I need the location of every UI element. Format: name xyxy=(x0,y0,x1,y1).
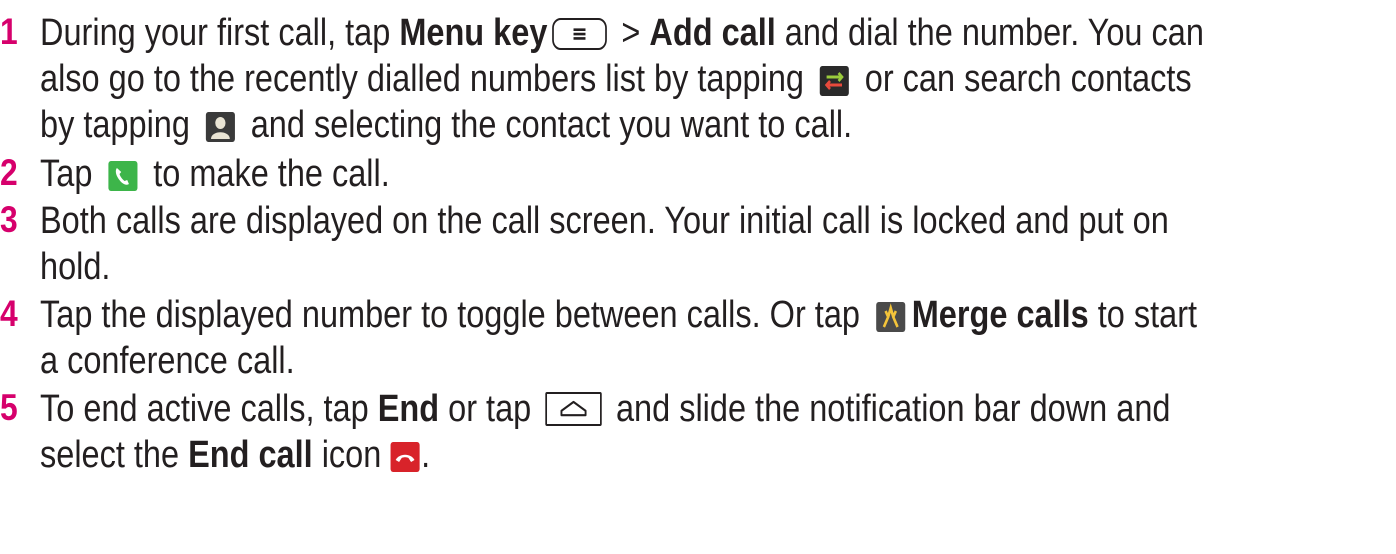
text-run: also go to the recently dialled numbers … xyxy=(40,58,813,100)
step-number: 4 xyxy=(0,293,18,334)
step-number: 3 xyxy=(0,199,18,240)
step-number: 1 xyxy=(0,11,18,52)
merge-calls-label: Merge calls xyxy=(911,294,1089,336)
text-run: To end active calls, tap xyxy=(40,388,378,430)
text-run: Tap the displayed number to toggle betwe… xyxy=(40,294,869,336)
end-call-icon xyxy=(390,442,420,472)
text-run: icon xyxy=(312,434,391,476)
phone-call-icon xyxy=(108,161,138,191)
text-run: During your first call, tap xyxy=(40,12,400,54)
step-line: hold. xyxy=(40,246,111,288)
step-number: 2 xyxy=(0,152,18,193)
step-line: Tap the displayed number to toggle betwe… xyxy=(40,292,1374,338)
home-key-icon xyxy=(545,392,602,426)
add-call-label: Add call xyxy=(649,12,776,54)
step-line: Tap to make the call. xyxy=(40,151,1374,197)
menu-key-icon xyxy=(552,18,608,50)
step-line: a conference call. xyxy=(40,340,295,382)
step-line: Both calls are displayed on the call scr… xyxy=(40,200,1169,242)
text-run: to start xyxy=(1088,294,1198,336)
step-line: also go to the recently dialled numbers … xyxy=(40,56,1374,102)
end-label: End xyxy=(377,388,440,430)
step-line: To end active calls, tap End or tap and … xyxy=(40,386,1374,432)
end-call-label: End call xyxy=(188,434,313,476)
merge-calls-icon xyxy=(875,302,905,332)
text-run: and dial the number. You can xyxy=(775,12,1204,54)
step-text: Tap the displayed number to toggle betwe… xyxy=(40,292,1374,384)
step-text: During your first call, tap Menu key > A… xyxy=(40,10,1374,148)
text-run: Tap xyxy=(40,153,102,195)
text-run: or can search contacts xyxy=(855,58,1192,100)
text-run: to make the call. xyxy=(144,153,390,195)
instruction-list: 1 During your first call, tap Menu key >… xyxy=(0,0,1396,554)
step-text: Both calls are displayed on the call scr… xyxy=(40,198,1374,290)
text-run: . xyxy=(421,434,431,476)
text-run: and slide the notification bar down and xyxy=(606,388,1171,430)
step-line: by tapping and selecting the contact you… xyxy=(40,102,1374,148)
text-run: or tap xyxy=(439,388,541,430)
menu-key-label: Menu key xyxy=(399,12,548,54)
text-run: > xyxy=(612,12,650,54)
step-line: During your first call, tap Menu key > A… xyxy=(40,10,1374,56)
swap-arrows-icon xyxy=(819,66,849,96)
step-text: To end active calls, tap End or tap and … xyxy=(40,386,1374,478)
text-run: select the xyxy=(40,434,189,476)
step-line: select the End call icon . xyxy=(40,432,1374,478)
text-run: by tapping xyxy=(40,104,199,146)
step-number: 5 xyxy=(0,387,18,428)
text-run: and selecting the contact you want to ca… xyxy=(241,104,853,146)
contact-icon xyxy=(205,112,235,142)
step-text: Tap to make the call. xyxy=(40,151,1374,197)
